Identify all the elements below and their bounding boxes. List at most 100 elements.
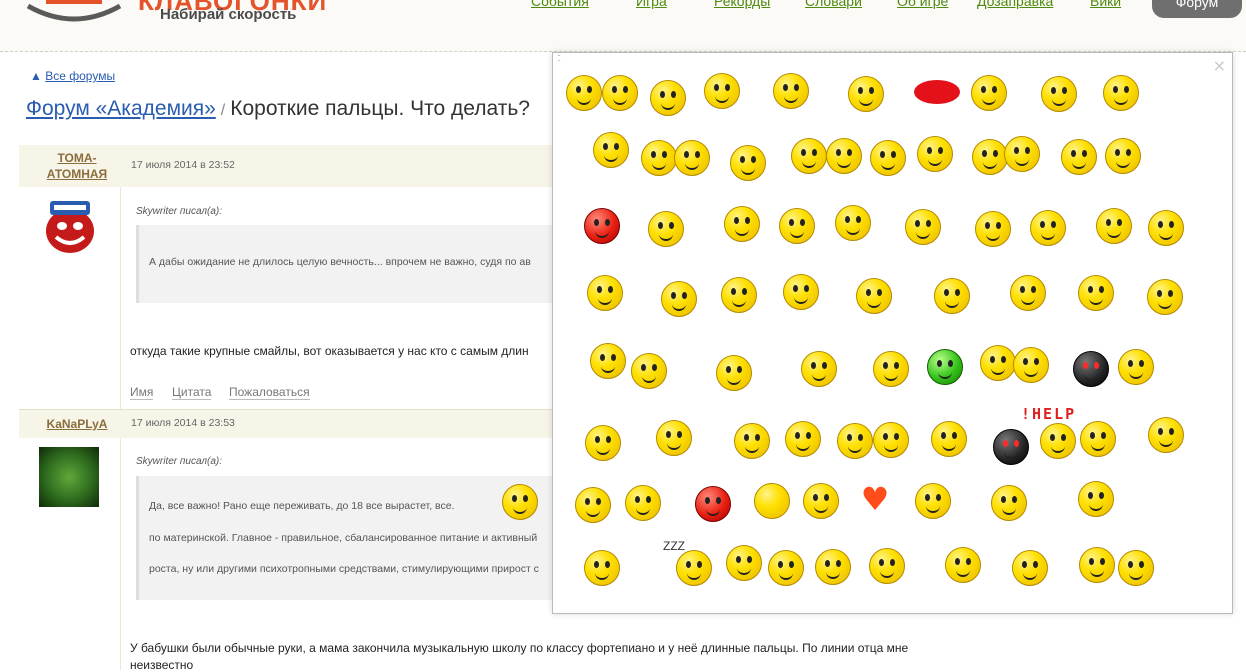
dancing-smiley-icon[interactable]: [1012, 550, 1048, 586]
neutral-smiley-icon[interactable]: [1105, 138, 1141, 174]
surprised-smiley-icon[interactable]: [726, 545, 762, 581]
kiss-lips-icon[interactable]: [914, 80, 960, 104]
thinking-smiley-icon[interactable]: [870, 140, 906, 176]
rifle-smiley-icon[interactable]: [716, 355, 752, 391]
listening-smiley-icon[interactable]: [1080, 421, 1116, 457]
devil-smiley-icon[interactable]: [695, 486, 731, 522]
laughing-girl-smiley-icon[interactable]: [575, 487, 611, 523]
big-grin-girl-smiley-icon[interactable]: [625, 485, 661, 521]
scared-smiley-icon[interactable]: [975, 211, 1011, 247]
tongue-smiley-icon[interactable]: [566, 75, 602, 111]
skateboard-smiley-icon[interactable]: [593, 132, 629, 168]
girl-smiley-icon[interactable]: [848, 76, 884, 112]
drinks-smiley-icon[interactable]: [1010, 275, 1046, 311]
cheeky-smiley-icon[interactable]: [785, 421, 821, 457]
hanging-rope-smiley-icon[interactable]: [768, 550, 804, 586]
indifferent-smiley-icon[interactable]: [915, 483, 951, 519]
nav-about[interactable]: Об игре: [897, 0, 948, 9]
lipstick-smiley-icon[interactable]: [837, 423, 873, 459]
smirk-smiley-icon[interactable]: [1030, 210, 1066, 246]
hiding-smiley-icon[interactable]: [773, 73, 809, 109]
girl-grin-smiley-icon[interactable]: [869, 548, 905, 584]
cigar-hat-smiley-icon[interactable]: [1103, 75, 1139, 111]
doctor-syringe-smiley-icon[interactable]: [905, 209, 941, 245]
help-sign-label[interactable]: !HELP: [1021, 405, 1076, 423]
nav-refuel[interactable]: Дозаправка: [977, 0, 1053, 9]
shy-girl-smiley-icon[interactable]: [648, 211, 684, 247]
smiley-picker-popup[interactable]: ⁚⁚ × !HELP ♥ ZZZ: [552, 52, 1233, 614]
close-button[interactable]: ×: [1213, 56, 1226, 75]
girl-wink-smiley-icon[interactable]: [1147, 279, 1183, 315]
unimpressed-girl-smiley-icon[interactable]: [856, 278, 892, 314]
laughing-smiley-icon[interactable]: [1004, 136, 1040, 172]
nav-wiki[interactable]: Вики: [1090, 0, 1121, 9]
forum-link[interactable]: Форум «Академия»: [26, 97, 216, 120]
quote-action[interactable]: Цитата: [172, 385, 212, 400]
beer-smiley-icon[interactable]: [980, 345, 1016, 381]
crying-smiley-icon[interactable]: [704, 73, 740, 109]
sleeping-smiley-icon[interactable]: [676, 550, 712, 586]
pink-pigtails-smiley-icon[interactable]: [991, 485, 1027, 521]
ruler-smiley-icon[interactable]: [584, 550, 620, 586]
beach-sunglasses-smiley-icon[interactable]: [587, 275, 623, 311]
pioneer-smiley-icon[interactable]: [783, 274, 819, 310]
headphones-smiley-icon[interactable]: [1061, 139, 1097, 175]
party-girl-smiley-icon[interactable]: [1079, 547, 1115, 583]
yellow-ball-icon[interactable]: [754, 483, 790, 519]
eye-hand-smiley-icon[interactable]: [661, 281, 697, 317]
quiet-smiley-icon[interactable]: [803, 483, 839, 519]
hand-raise-smiley-icon[interactable]: [631, 353, 667, 389]
surprised-girl-smiley-icon[interactable]: [801, 351, 837, 387]
facepalm-girl-smiley-icon[interactable]: [1148, 417, 1184, 453]
hand-face-smiley-icon[interactable]: [734, 423, 770, 459]
nav-dictionaries[interactable]: Словари: [805, 0, 862, 9]
beer-cheers-smiley-icon[interactable]: [1013, 347, 1049, 383]
nav-forum-tab[interactable]: Форум: [1152, 0, 1242, 18]
golfing-smiley-icon[interactable]: [1078, 481, 1114, 517]
heart-smiley-icon[interactable]: [791, 138, 827, 174]
smile-smiley-icon[interactable]: [1148, 210, 1184, 246]
cool-sunglasses-smiley-icon[interactable]: [873, 422, 909, 458]
pointing-smiley-icon[interactable]: [1041, 76, 1077, 112]
avatar-plant-image[interactable]: [39, 447, 99, 507]
drag-handle-icon[interactable]: ⁚⁚: [557, 55, 567, 66]
thumbs-up-smiley-icon[interactable]: [602, 75, 638, 111]
covering-mouth-smiley-icon[interactable]: [721, 277, 757, 313]
post-author[interactable]: KaNaPLyA: [37, 416, 117, 432]
drink-straw-smiley-icon[interactable]: [931, 421, 967, 457]
friends-smiley-icon[interactable]: [1118, 550, 1154, 586]
name-action[interactable]: Имя: [130, 385, 154, 400]
greeting-smiley-icon[interactable]: [945, 547, 981, 583]
sleepy-smiley-icon[interactable]: [779, 208, 815, 244]
flower-smiley-icon[interactable]: [971, 75, 1007, 111]
all-forums-link[interactable]: ▲ Все форумы: [30, 69, 115, 83]
grinning-smiley-icon[interactable]: [917, 136, 953, 172]
red-heart-icon[interactable]: ♥: [860, 483, 890, 515]
waving-smiley-icon[interactable]: [724, 206, 760, 242]
laughing-tears-smiley-icon[interactable]: [815, 549, 851, 585]
king-crown-smiley-icon[interactable]: [730, 145, 766, 181]
pink-wig-smiley-icon[interactable]: [1096, 208, 1132, 244]
angry-red-smiley-icon[interactable]: [584, 208, 620, 244]
calm-smiley-icon[interactable]: [873, 351, 909, 387]
all-forums-label[interactable]: Все форумы: [45, 69, 115, 83]
bomb-smiley-icon[interactable]: [1073, 351, 1109, 387]
wondering-smiley-icon[interactable]: [641, 140, 677, 176]
sad-girl-smiley-icon[interactable]: [650, 80, 686, 116]
sick-green-smiley-icon[interactable]: [927, 349, 963, 385]
black-bomb-icon[interactable]: [993, 429, 1029, 465]
strong-arms-smiley-icon[interactable]: [1078, 275, 1114, 311]
facepalm-smiley-icon[interactable]: [835, 205, 871, 241]
glasses-smiley-icon[interactable]: [674, 140, 710, 176]
logo-car-icon[interactable]: [20, 0, 128, 26]
curious-smiley-icon[interactable]: [590, 343, 626, 379]
pair-smiley-icon[interactable]: [972, 139, 1008, 175]
blank-smiley-icon[interactable]: [1118, 349, 1154, 385]
nav-events[interactable]: События: [531, 0, 589, 9]
help-sign-smiley-icon[interactable]: [1040, 423, 1076, 459]
nurse-smiley-icon[interactable]: [656, 420, 692, 456]
mafia-hat-smiley-icon[interactable]: [585, 425, 621, 461]
nav-records[interactable]: Рекорды: [714, 0, 770, 9]
whistling-smiley-icon[interactable]: [826, 138, 862, 174]
avatar-devil-icon[interactable]: [40, 193, 100, 257]
